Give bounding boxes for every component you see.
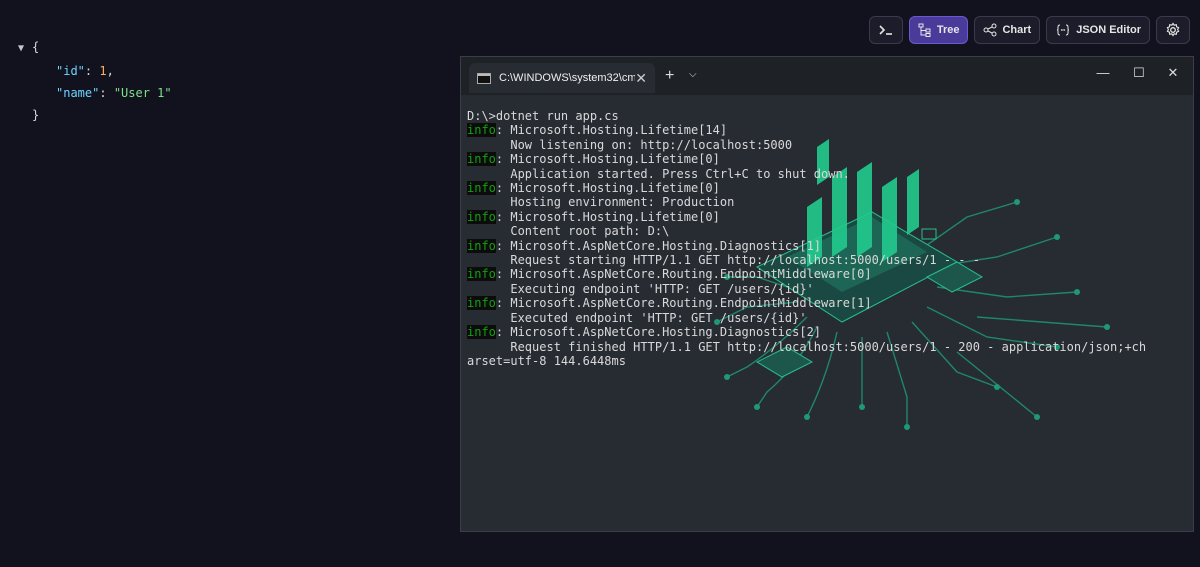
tree-label: Tree bbox=[936, 24, 960, 36]
chart-view-button[interactable]: Chart bbox=[974, 16, 1041, 44]
open-brace: { bbox=[32, 40, 40, 54]
log-message: Now listening on: http://localhost:5000 bbox=[467, 137, 793, 152]
info-tag: info bbox=[467, 209, 496, 224]
log-source: : Microsoft.Hosting.Lifetime[0] bbox=[495, 209, 720, 224]
settings-button[interactable] bbox=[1156, 16, 1190, 44]
json-key: "id" bbox=[56, 64, 85, 78]
info-tag: info bbox=[467, 296, 496, 311]
tab-title: C:\WINDOWS\system32\cmd. bbox=[499, 72, 636, 84]
log-source: : Microsoft.AspNetCore.Hosting.Diagnosti… bbox=[495, 325, 822, 340]
window-close-icon[interactable]: ✕ bbox=[1163, 65, 1183, 81]
tab-close-icon[interactable]: ✕ bbox=[635, 70, 647, 87]
prompt-line: D:\>dotnet run app.cs bbox=[467, 109, 619, 123]
log-message: Request finished HTTP/1.1 GET http://loc… bbox=[467, 339, 1147, 368]
maximize-icon[interactable]: ☐ bbox=[1129, 65, 1149, 81]
new-tab-icon[interactable]: + bbox=[665, 67, 674, 85]
terminal-button[interactable] bbox=[868, 16, 903, 44]
log-message: Application started. Press Ctrl+C to shu… bbox=[467, 166, 850, 181]
terminal-tab[interactable]: C:\WINDOWS\system32\cmd. ✕ bbox=[469, 63, 655, 93]
json-editor-button[interactable]: JSON Editor bbox=[1046, 16, 1150, 44]
json-key: "name" bbox=[56, 86, 100, 100]
view-toolbar: Tree Chart JSON Editor bbox=[868, 16, 1190, 44]
info-tag: info bbox=[467, 238, 496, 253]
log-source: : Microsoft.Hosting.Lifetime[0] bbox=[495, 181, 720, 196]
chart-icon bbox=[983, 23, 997, 37]
tree-icon bbox=[918, 23, 931, 37]
gear-icon bbox=[1166, 22, 1180, 37]
log-message: Hosting environment: Production bbox=[467, 195, 735, 210]
info-tag: info bbox=[467, 181, 496, 196]
log-source: : Microsoft.Hosting.Lifetime[0] bbox=[495, 152, 720, 167]
minimize-icon[interactable]: — bbox=[1093, 65, 1113, 80]
info-tag: info bbox=[467, 123, 496, 138]
json-comma: , bbox=[106, 64, 114, 78]
close-brace: } bbox=[32, 108, 40, 122]
json-tree-viewer: ▼{ "id": 1, "name": "User 1" } bbox=[18, 36, 172, 126]
braces-icon bbox=[1057, 24, 1070, 36]
terminal-icon bbox=[879, 25, 892, 35]
info-tag: info bbox=[467, 267, 496, 282]
log-source: : Microsoft.Hosting.Lifetime[14] bbox=[495, 123, 728, 138]
console-output: D:\>dotnet run app.cs info: Microsoft.Ho… bbox=[467, 109, 1183, 368]
log-source: : Microsoft.AspNetCore.Routing.EndpointM… bbox=[495, 267, 872, 282]
tree-view-button[interactable]: Tree bbox=[908, 16, 969, 44]
log-message: Executed endpoint 'HTTP: GET /users/{id}… bbox=[467, 310, 807, 325]
json-editor-label: JSON Editor bbox=[1076, 24, 1141, 36]
terminal-titlebar[interactable]: C:\WINDOWS\system32\cmd. ✕ + ⌵ — ☐ ✕ bbox=[461, 57, 1193, 95]
cmd-icon bbox=[477, 72, 491, 84]
chart-label: Chart bbox=[1002, 24, 1032, 36]
terminal-window: C:\WINDOWS\system32\cmd. ✕ + ⌵ — ☐ ✕ D:\… bbox=[460, 56, 1194, 532]
json-root-close: } bbox=[18, 104, 172, 126]
json-value: "User 1" bbox=[113, 86, 172, 100]
log-message: Request starting HTTP/1.1 GET http://loc… bbox=[467, 253, 980, 268]
info-tag: info bbox=[467, 325, 496, 340]
log-message: Executing endpoint 'HTTP: GET /users/{id… bbox=[467, 281, 814, 296]
json-field-name: "name": "User 1" bbox=[56, 86, 172, 100]
info-tag: info bbox=[467, 152, 496, 167]
log-source: : Microsoft.AspNetCore.Routing.EndpointM… bbox=[495, 296, 872, 311]
json-root-open: ▼{ bbox=[18, 36, 172, 60]
json-value: 1 bbox=[99, 64, 107, 78]
chevron-down-icon[interactable]: ⌵ bbox=[689, 69, 697, 80]
collapse-caret-icon[interactable]: ▼ bbox=[18, 38, 32, 60]
json-field-id: "id": 1, bbox=[56, 64, 114, 78]
log-message: Content root path: D:\ bbox=[467, 224, 670, 239]
log-source: : Microsoft.AspNetCore.Hosting.Diagnosti… bbox=[495, 238, 822, 253]
